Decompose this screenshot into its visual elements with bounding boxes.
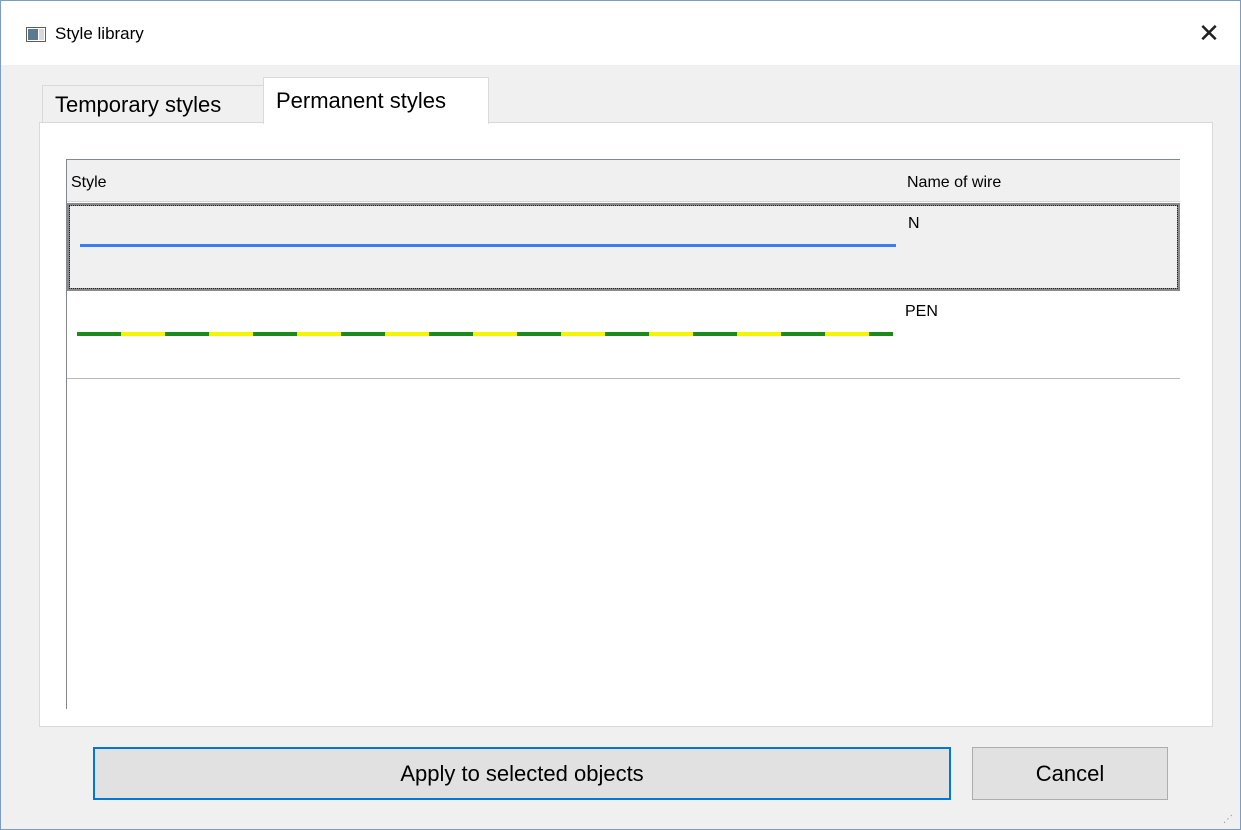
close-icon[interactable]: ✕ <box>1187 15 1231 53</box>
wire-style-preview <box>80 244 896 247</box>
list-item[interactable]: N <box>67 203 1180 291</box>
apply-to-selected-button[interactable]: Apply to selected objects <box>93 747 951 800</box>
tab-permanent-styles[interactable]: Permanent styles <box>263 77 489 124</box>
wire-name: N <box>908 215 920 232</box>
list-item[interactable]: PEN <box>67 291 1180 379</box>
style-library-dialog: Style library ✕ Temporary styles Permane… <box>0 0 1241 830</box>
window-app-icon <box>26 27 46 42</box>
wire-name: PEN <box>905 303 938 320</box>
cancel-button[interactable]: Cancel <box>972 747 1168 800</box>
resize-grip-icon[interactable]: ⋰ <box>1223 813 1237 827</box>
title-bar: Style library ✕ <box>1 1 1240 65</box>
list-header: Style Name of wire <box>67 160 1180 202</box>
tab-temporary-styles[interactable]: Temporary styles <box>42 85 264 123</box>
window-title: Style library <box>55 24 144 43</box>
column-header-name-of-wire[interactable]: Name of wire <box>907 174 1001 192</box>
wire-style-preview <box>77 332 893 336</box>
column-header-style[interactable]: Style <box>71 174 107 192</box>
style-list[interactable]: Style Name of wire N PEN <box>66 159 1180 709</box>
